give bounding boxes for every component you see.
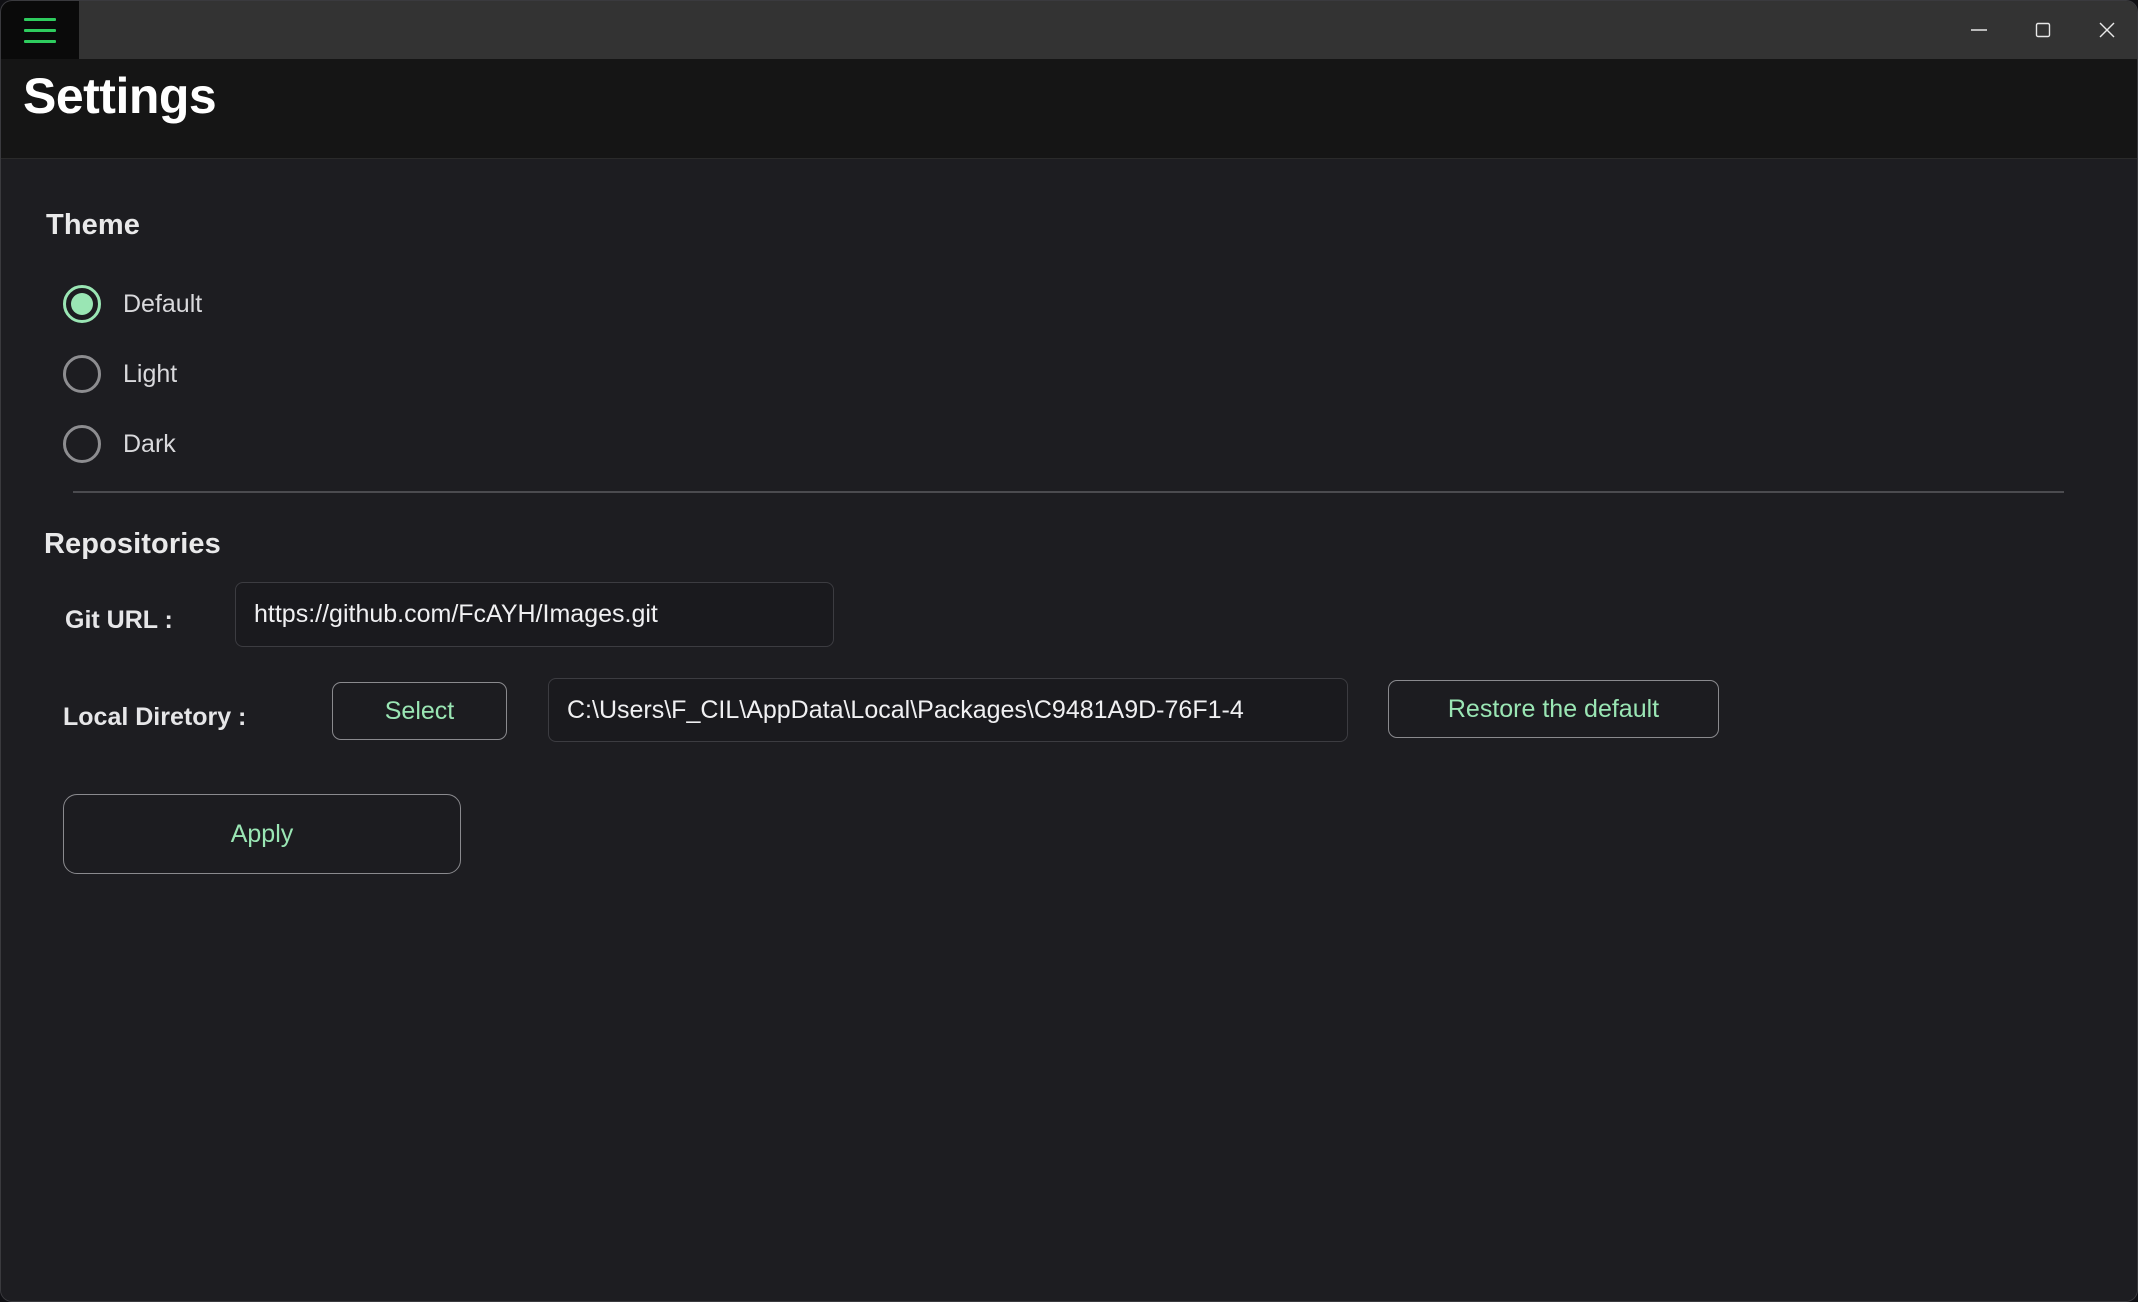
local-directory-input[interactable]: C:\Users\F_CIL\AppData\Local\Packages\C9… [548, 678, 1348, 742]
maximize-button[interactable] [2011, 1, 2075, 59]
apply-button[interactable]: Apply [63, 794, 461, 874]
close-icon [2096, 19, 2118, 41]
minimize-icon [1968, 19, 1990, 41]
minimize-button[interactable] [1947, 1, 2011, 59]
select-directory-button[interactable]: Select [332, 682, 507, 740]
settings-content: Theme Default Light Dark Repositories Gi… [1, 160, 2138, 1302]
git-url-label: Git URL : [65, 606, 173, 635]
theme-radio-default[interactable]: Default [63, 285, 202, 323]
window-controls [1947, 1, 2138, 59]
git-url-input[interactable]: https://github.com/FcAYH/Images.git [235, 582, 834, 647]
settings-window: Settings Theme Default Light Dark Reposi… [0, 0, 2138, 1302]
repositories-section-heading: Repositories [44, 528, 221, 561]
theme-radio-light[interactable]: Light [63, 355, 177, 393]
radio-indicator [63, 425, 101, 463]
close-button[interactable] [2075, 1, 2138, 59]
restore-default-button[interactable]: Restore the default [1388, 680, 1719, 738]
hamburger-menu-icon [24, 18, 56, 21]
radio-indicator-selected [63, 285, 101, 323]
theme-radio-label: Default [123, 290, 202, 319]
page-header: Settings [1, 59, 2138, 159]
hamburger-menu-icon [24, 40, 56, 43]
local-directory-label: Local Diretory : [63, 703, 246, 732]
radio-indicator [63, 355, 101, 393]
theme-section-heading: Theme [46, 209, 140, 242]
theme-radio-label: Light [123, 360, 177, 389]
title-bar [1, 1, 2138, 59]
theme-radio-label: Dark [123, 430, 176, 459]
maximize-icon [2032, 19, 2054, 41]
theme-radio-dark[interactable]: Dark [63, 425, 176, 463]
section-divider [73, 491, 2064, 493]
page-title: Settings [23, 71, 216, 121]
hamburger-menu-button[interactable] [1, 1, 79, 59]
hamburger-menu-icon [24, 29, 56, 32]
